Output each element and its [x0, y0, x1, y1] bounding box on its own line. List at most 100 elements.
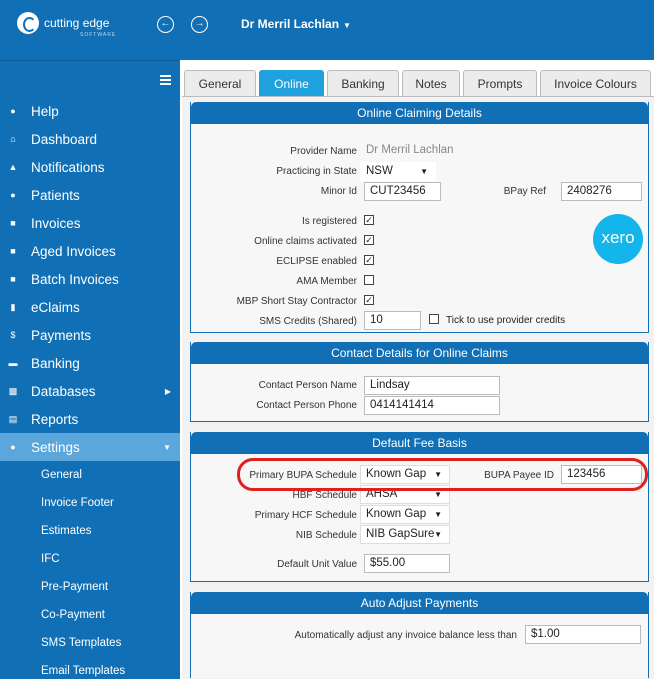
sidebar-item-patients[interactable]: ● Patients: [0, 181, 180, 209]
sidebar-item-invoices[interactable]: ■ Invoices: [0, 209, 180, 237]
settings-sub-invoice-footer[interactable]: Invoice Footer: [0, 489, 180, 517]
sidebar-item-aged-invoices[interactable]: ■ Aged Invoices: [0, 237, 180, 265]
hcf-label: Primary HCF Schedule: [254, 510, 357, 521]
nib-value: NIB GapSure: [366, 528, 435, 540]
sidebar-item-label: Invoices: [31, 215, 81, 231]
chevron-down-icon: ▼: [163, 442, 171, 452]
settings-content: Online Claiming Details Provider Name Dr…: [182, 96, 654, 679]
sidebar-item-banking[interactable]: ▬ Banking: [0, 349, 180, 377]
sidebar-item-batch-invoices[interactable]: ■ Batch Invoices: [0, 265, 180, 293]
sidebar-item-label: Reports: [31, 411, 79, 427]
contact-phone-input[interactable]: 0414141414: [364, 396, 500, 415]
settings-sub-email-templates[interactable]: Email Templates: [0, 657, 180, 685]
user-menu[interactable]: Dr Merril Lachlan ▼: [241, 17, 351, 31]
contact-phone-label: Contact Person Phone: [256, 400, 357, 411]
sidebar-item-settings[interactable]: ● Settings ▼: [0, 433, 180, 461]
registered-checkbox[interactable]: ✓: [364, 215, 374, 225]
tab-general[interactable]: General: [184, 70, 256, 96]
bpay-label: BPay Ref: [503, 186, 546, 197]
sidebar-item-label: Patients: [31, 187, 80, 203]
contact-panel: Contact Details for Online Claims Contac…: [190, 342, 649, 422]
registered-label: Is registered: [301, 216, 357, 227]
settings-sub-ifc[interactable]: IFC: [0, 545, 180, 573]
chevron-right-icon: ▶: [164, 386, 171, 396]
sidebar-item-label: Banking: [31, 355, 80, 371]
tab-banking[interactable]: Banking: [327, 70, 399, 96]
sidebar-item-help[interactable]: ● Help: [0, 97, 180, 125]
tab-notes[interactable]: Notes: [402, 70, 460, 96]
tab-prompts[interactable]: Prompts: [463, 70, 537, 96]
settings-sub-pre-payment[interactable]: Pre-Payment: [0, 573, 180, 601]
sidebar-item-label: Dashboard: [31, 131, 98, 147]
contact-name-label: Contact Person Name: [258, 380, 357, 391]
provider-credits-label: Tick to use provider credits: [446, 315, 566, 326]
arrow-right-icon[interactable]: →: [191, 16, 208, 33]
mbp-checkbox[interactable]: ✓: [364, 295, 374, 305]
settings-sub-co-payment[interactable]: Co-Payment: [0, 601, 180, 629]
eclipse-checkbox[interactable]: ✓: [364, 255, 374, 265]
contact-name-input[interactable]: Lindsay: [364, 376, 500, 395]
logo-icon: [17, 12, 39, 34]
sidebar-item-payments[interactable]: $ Payments: [0, 321, 180, 349]
sidebar-item-label: Notifications: [31, 159, 105, 175]
settings-sub-sms-templates[interactable]: SMS Templates: [0, 629, 180, 657]
file-icon: ▮: [10, 301, 16, 312]
ama-checkbox[interactable]: [364, 275, 374, 285]
online-claiming-panel: Online Claiming Details Provider Name Dr…: [190, 102, 649, 333]
brand-name: cutting edge: [44, 16, 110, 30]
sms-label: SMS Credits (Shared): [259, 316, 357, 327]
claims-label: Online claims activated: [254, 236, 357, 247]
chevron-down-icon: ▼: [434, 510, 442, 519]
settings-sub-general[interactable]: General: [0, 461, 180, 489]
panel-title: Contact Details for Online Claims: [191, 342, 648, 364]
hamburger-icon[interactable]: [160, 75, 171, 87]
bpay-input[interactable]: 2408276: [561, 182, 642, 201]
auto-adjust-input[interactable]: $1.00: [525, 625, 641, 644]
sidebar: ● Help ⌂ Dashboard ▲ Notifications ● Patient…: [0, 60, 180, 679]
sidebar-item-dashboard[interactable]: ⌂ Dashboard: [0, 125, 180, 153]
user-name: Dr Merril Lachlan: [241, 17, 340, 31]
sidebar-item-label: Databases: [31, 383, 96, 399]
unit-value-input[interactable]: $55.00: [364, 554, 450, 573]
fee-basis-panel: Default Fee Basis Primary BUPA Schedule …: [190, 432, 649, 582]
claims-checkbox[interactable]: ✓: [364, 235, 374, 245]
group-icon: ■: [10, 274, 16, 284]
user-icon: ■: [10, 218, 16, 228]
sidebar-menu: ● Help ⌂ Dashboard ▲ Notifications ● Patient…: [0, 97, 180, 685]
settings-sub-estimates[interactable]: Estimates: [0, 517, 180, 545]
auto-adjust-label: Automatically adjust any invoice balance…: [294, 630, 517, 641]
state-select[interactable]: NSW ▼: [360, 162, 436, 181]
sidebar-item-label: Settings: [31, 439, 80, 455]
hcf-value: Known Gap: [366, 508, 427, 520]
highlight-annotation: [237, 458, 648, 491]
tab-invoice-colours[interactable]: Invoice Colours: [540, 70, 651, 96]
sidebar-item-databases[interactable]: ▩ Databases ▶: [0, 377, 180, 405]
tab-online[interactable]: Online: [259, 70, 324, 96]
sms-input[interactable]: 10: [364, 311, 421, 330]
ama-label: AMA Member: [296, 276, 357, 287]
minor-id-input[interactable]: CUT23456: [364, 182, 441, 201]
info-icon: ●: [10, 106, 16, 116]
sidebar-item-label: eClaims: [31, 299, 80, 315]
users-icon: ●: [10, 190, 16, 200]
logo[interactable]: cutting edge: [17, 12, 109, 34]
nib-select[interactable]: NIB GapSure ▼: [360, 525, 450, 544]
mbp-label: MBP Short Stay Contractor: [236, 296, 357, 307]
sidebar-item-notifications[interactable]: ▲ Notifications: [0, 153, 180, 181]
card-icon: ▬: [8, 358, 18, 368]
provider-credits-checkbox[interactable]: [429, 314, 439, 324]
hcf-select[interactable]: Known Gap ▼: [360, 505, 450, 524]
state-label: Practicing in State: [276, 166, 357, 177]
xero-logo: xero: [593, 214, 643, 264]
sidebar-item-label: Payments: [31, 327, 92, 343]
arrow-left-icon[interactable]: ←: [157, 16, 174, 33]
state-value: NSW: [366, 165, 393, 177]
sidebar-item-label: Batch Invoices: [31, 271, 119, 287]
eclipse-label: ECLIPSE enabled: [276, 256, 357, 267]
panel-title: Online Claiming Details: [191, 102, 648, 124]
nib-label: NIB Schedule: [295, 530, 357, 541]
dollar-icon: $: [10, 330, 16, 340]
sidebar-item-reports[interactable]: ▤ Reports: [0, 405, 180, 433]
hbf-label: HBF Schedule: [292, 490, 357, 501]
sidebar-item-eclaims[interactable]: ▮ eClaims: [0, 293, 180, 321]
